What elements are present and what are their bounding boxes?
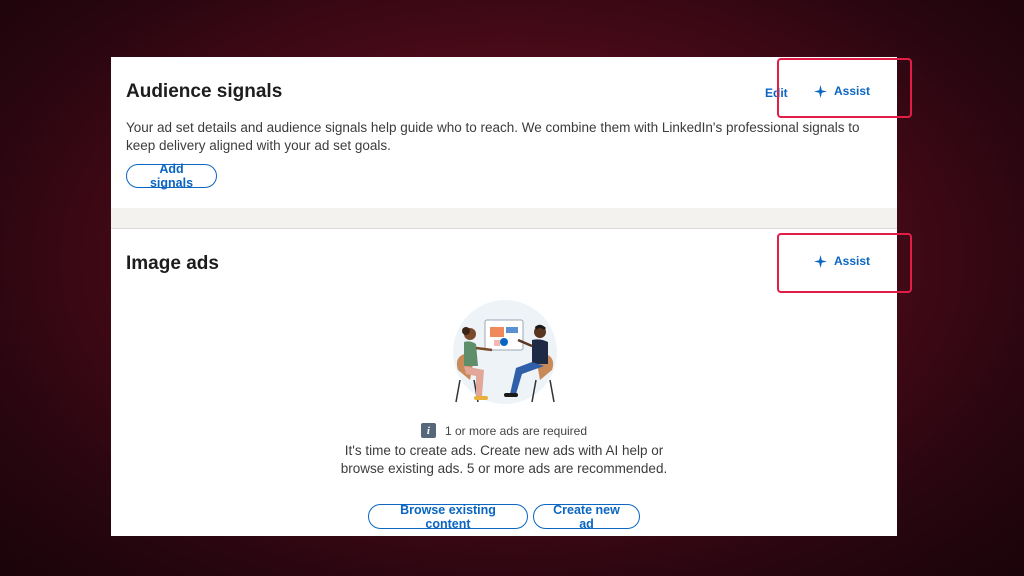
ad-set-panel: Audience signals Edit Assist Your ad set… <box>111 57 897 536</box>
audience-description: Your ad set details and audience signals… <box>126 120 860 153</box>
ads-requirement: i 1 or more ads are required <box>111 423 897 438</box>
section-divider <box>111 208 897 229</box>
image-ads-title: Image ads <box>126 253 219 274</box>
create-ads-message: It's time to create ads. Create new ads … <box>340 443 668 476</box>
assist-highlight-box <box>777 233 912 293</box>
info-icon: i <box>420 423 436 438</box>
create-new-ad-button[interactable]: Create new ad <box>533 503 640 531</box>
audience-signals-title: Audience signals <box>126 81 283 102</box>
assist-highlight-box <box>777 58 912 118</box>
collaboration-illustration <box>440 300 570 415</box>
browse-existing-content-button[interactable]: Browse existing content <box>368 503 528 531</box>
add-signals-button[interactable]: Add signals <box>126 162 217 190</box>
ads-requirement-text: 1 or more ads are required <box>444 423 588 438</box>
